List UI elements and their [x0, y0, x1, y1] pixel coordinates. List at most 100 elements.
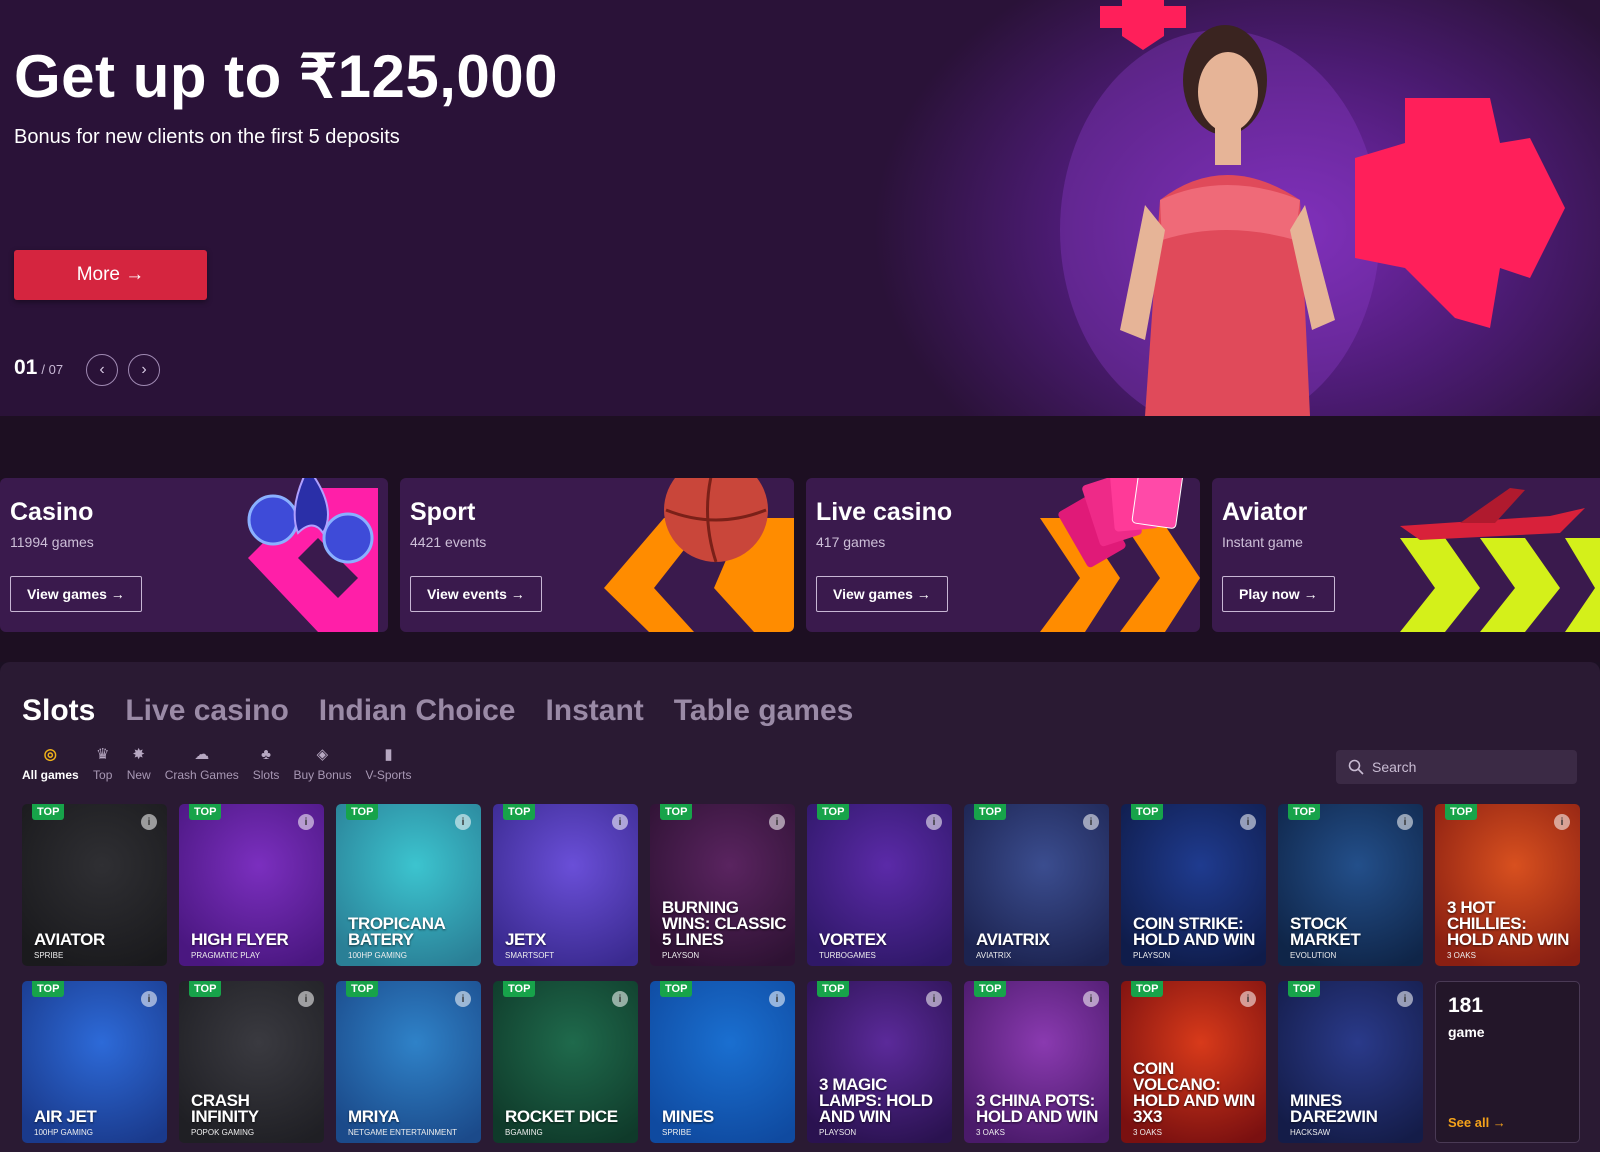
category-card-aviator[interactable]: Aviator Instant game Play now →	[1212, 478, 1600, 632]
info-icon[interactable]: i	[455, 814, 471, 830]
info-icon[interactable]: i	[1397, 991, 1413, 1007]
game-tile[interactable]: TOP i Burning Wins: classic 5 lines Playson	[650, 804, 795, 966]
game-tile[interactable]: TOP i Vortex TurboGames	[807, 804, 952, 966]
game-title: Mines	[662, 1107, 714, 1126]
game-count: 181	[1448, 994, 1484, 1017]
filter-label: Crash Games	[164, 768, 239, 782]
game-tile[interactable]: TOP i High Flyer Pragmatic Play	[179, 804, 324, 966]
top-badge: TOP	[974, 804, 1007, 820]
game-title: High Flyer	[191, 930, 289, 949]
game-tile[interactable]: TOP i Coin Volcano: Hold and Win 3x3 3 Oaks	[1121, 981, 1266, 1143]
info-icon[interactable]: i	[1240, 991, 1256, 1007]
info-icon[interactable]: i	[1083, 991, 1099, 1007]
filter-label: Top	[93, 768, 113, 782]
tab-instant[interactable]: Instant	[545, 694, 643, 728]
info-icon[interactable]: i	[455, 991, 471, 1007]
view-games-button[interactable]: View games →	[10, 576, 142, 612]
play-now-button[interactable]: Play now →	[1222, 576, 1335, 612]
top-badge: TOP	[189, 981, 222, 997]
game-provider: Playson	[819, 1128, 857, 1137]
compass-icon: ◎	[43, 746, 57, 763]
game-tile[interactable]: TOP i Mriya Netgame Entertainment	[336, 981, 481, 1143]
game-provider: 3 Oaks	[976, 1128, 1005, 1137]
airplane-icon	[1400, 488, 1600, 632]
game-provider: 100HP Gaming	[34, 1128, 93, 1137]
game-tile[interactable]: TOP i Aviator Spribe	[22, 804, 167, 966]
game-tile[interactable]: TOP i 3 Hot Chillies: Hold and Win 3 Oaks	[1435, 804, 1580, 966]
more-button[interactable]: More →	[14, 250, 207, 300]
filter-slots[interactable]: ♣ Slots	[253, 744, 280, 783]
game-tile[interactable]: TOP i Mines Dare2Win Hacksaw	[1278, 981, 1423, 1143]
info-icon[interactable]: i	[1083, 814, 1099, 830]
game-tile[interactable]: TOP i Rocket Dice BGaming	[493, 981, 638, 1143]
game-provider: Evolution	[1290, 951, 1337, 960]
tab-slots[interactable]: Slots	[22, 694, 95, 728]
info-icon[interactable]: i	[769, 991, 785, 1007]
game-title: 3 Magic Lamps: Hold and Win	[819, 1075, 933, 1126]
see-all-link[interactable]: See all →	[1448, 1115, 1506, 1130]
info-icon[interactable]: i	[141, 991, 157, 1007]
info-icon[interactable]: i	[141, 814, 157, 830]
game-tile[interactable]: TOP i Coin Strike: Hold and Win Playson	[1121, 804, 1266, 966]
category-count: Instant game	[1222, 534, 1303, 550]
decor-cross-small	[1100, 0, 1186, 50]
category-card-casino[interactable]: Casino 11994 games View games →	[0, 478, 388, 632]
game-grid: TOP i Aviator Spribe TOP i High Flyer Pragmatic…	[22, 804, 1580, 1143]
info-icon[interactable]: i	[298, 814, 314, 830]
game-tile[interactable]: TOP i 3 China Pots: Hold and Win 3 Oaks	[964, 981, 1109, 1143]
game-tile[interactable]: TOP i Mines Spribe	[650, 981, 795, 1143]
category-card-live-casino[interactable]: Live casino 417 games View games →	[806, 478, 1200, 632]
view-events-button[interactable]: View events →	[410, 576, 542, 612]
see-all-tile[interactable]: 181 game See all →	[1435, 981, 1580, 1143]
info-icon[interactable]: i	[298, 991, 314, 1007]
info-icon[interactable]: i	[926, 991, 942, 1007]
tab-table-games[interactable]: Table games	[674, 694, 854, 728]
game-tile[interactable]: TOP i Crash Infinity Popok Gaming	[179, 981, 324, 1143]
info-icon[interactable]: i	[926, 814, 942, 830]
prev-slide-button[interactable]: ‹	[86, 354, 118, 386]
info-icon[interactable]: i	[612, 991, 628, 1007]
filter-crash-games[interactable]: ☁ Crash Games	[165, 744, 239, 782]
info-icon[interactable]: i	[612, 814, 628, 830]
info-icon[interactable]: i	[1554, 814, 1570, 830]
game-title: Mriya	[348, 1107, 400, 1126]
chevron-right-icon: ›	[141, 361, 147, 378]
view-games-button[interactable]: View games →	[816, 576, 948, 612]
money-bag-icon: ◈	[316, 746, 329, 763]
game-tile[interactable]: TOP i Stock Market Evolution	[1278, 804, 1423, 966]
game-title: Stock Market	[1290, 914, 1361, 949]
category-card-sport[interactable]: Sport 4421 events View events →	[400, 478, 794, 632]
game-title: Coin Volcano: Hold and Win 3x3	[1133, 1059, 1256, 1126]
game-title: JetX	[505, 930, 546, 949]
game-provider: TurboGames	[819, 951, 876, 960]
top-badge: TOP	[660, 981, 693, 997]
game-tile[interactable]: TOP i Aviatrix Aviatrix	[964, 804, 1109, 966]
game-provider: SmartSoft	[505, 951, 555, 960]
filter-top[interactable]: ♛ Top	[93, 744, 113, 782]
game-tile[interactable]: TOP i JetX SmartSoft	[493, 804, 638, 966]
game-tile[interactable]: TOP i Tropicana Batery 100HP Gaming	[336, 804, 481, 966]
filter-label: V-Sports	[365, 768, 412, 782]
top-badge: TOP	[817, 981, 850, 997]
game-tile[interactable]: TOP i Air Jet 100HP Gaming	[22, 981, 167, 1143]
filter-buy-bonus[interactable]: ◈ Buy Bonus	[293, 744, 351, 782]
info-icon[interactable]: i	[1397, 814, 1413, 830]
filter-v-sports[interactable]: ▮ V-Sports	[365, 744, 411, 782]
next-slide-button[interactable]: ›	[128, 354, 160, 386]
search-input[interactable]	[1372, 759, 1562, 775]
tab-indian-choice[interactable]: Indian Choice	[319, 694, 516, 728]
game-title: Vortex	[819, 930, 887, 949]
cherry-icon: ♣	[261, 745, 272, 763]
game-title: 3 Hot Chillies: Hold and Win	[1447, 898, 1570, 949]
filter-all-games[interactable]: ◎ All games	[22, 744, 79, 782]
game-tile[interactable]: TOP i 3 Magic Lamps: Hold and Win Playson	[807, 981, 952, 1143]
game-provider: Spribe	[34, 951, 64, 960]
top-badge: TOP	[974, 981, 1007, 997]
info-icon[interactable]: i	[769, 814, 785, 830]
category-count: 4421 events	[410, 534, 487, 550]
games-section: Slots Live casino Indian Choice Instant …	[0, 662, 1600, 1152]
game-provider: 100HP Gaming	[348, 951, 407, 960]
info-icon[interactable]: i	[1240, 814, 1256, 830]
filter-new[interactable]: ✸ New	[127, 744, 151, 782]
tab-live-casino[interactable]: Live casino	[125, 694, 288, 728]
